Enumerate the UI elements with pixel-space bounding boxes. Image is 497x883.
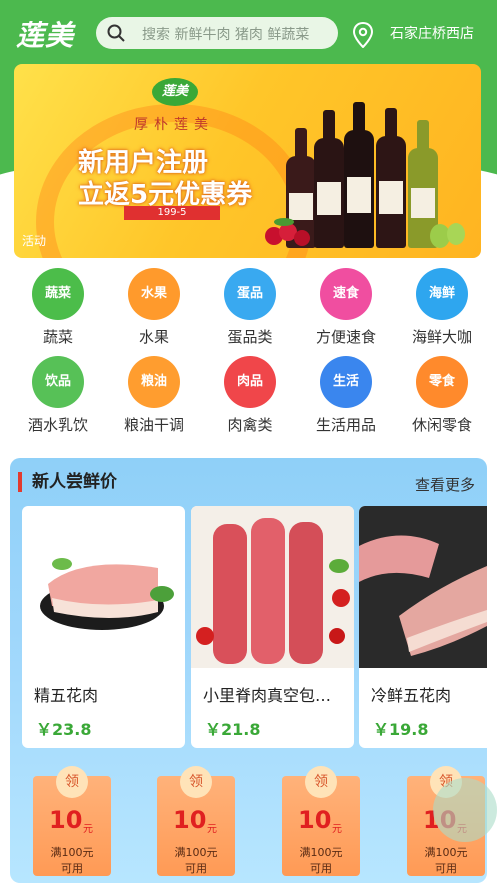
floating-action-button[interactable]: [433, 778, 497, 842]
category-icon: 肉品: [224, 356, 276, 408]
category-label: 水果: [138, 328, 169, 346]
category-item[interactable]: 蛋品 蛋品类: [202, 262, 298, 347]
coupon-condition: 满100元: [424, 846, 468, 859]
banner-slogan: 厚朴莲美: [134, 117, 214, 133]
wine-bottle-image: [376, 108, 406, 248]
category-icon: 零食: [416, 356, 468, 408]
new-user-section: 新人尝鲜价 查看更多 精五花肉 ￥23.8 小里脊肉真空包… ￥21.8 冷鲜五…: [10, 458, 487, 883]
search-input[interactable]: 搜索 新鲜牛肉 猪肉 鲜蔬菜: [96, 17, 338, 49]
coupon-claim-badge: 领: [305, 766, 337, 798]
location-pin-icon[interactable]: [352, 22, 374, 48]
category-icon: 速食: [320, 268, 372, 320]
category-item[interactable]: 水果 水果: [106, 262, 202, 347]
product-price: ￥23.8: [36, 720, 92, 739]
wine-bottle-image: [344, 102, 374, 248]
coupon-usage: 可用: [61, 862, 83, 875]
coupon-unit: 元: [332, 824, 342, 835]
banner-tag: 活动: [22, 234, 47, 248]
coupon-usage: 可用: [185, 862, 207, 875]
coupon-unit: 元: [207, 824, 217, 835]
category-item[interactable]: 海鲜 海鲜大咖: [394, 262, 490, 347]
banner-code: 199-5: [124, 206, 220, 220]
coupon-claim-badge: 领: [56, 766, 88, 798]
category-item[interactable]: 零食 休闲零食: [394, 350, 490, 435]
product-card[interactable]: 小里脊肉真空包… ￥21.8: [191, 506, 354, 748]
category-label: 肉禽类: [227, 416, 273, 434]
category-label: 休闲零食: [411, 416, 472, 434]
category-label: 粮油干调: [123, 416, 184, 434]
coupon-condition: 满100元: [299, 846, 343, 859]
category-label: 方便速食: [315, 328, 376, 346]
section-title: 新人尝鲜价: [18, 472, 117, 492]
pork-belly-slice-image: [359, 506, 487, 668]
category-item[interactable]: 肉品 肉禽类: [202, 350, 298, 435]
product-price: ￥19.8: [373, 720, 429, 739]
category-item[interactable]: 蔬菜 蔬菜: [10, 262, 106, 347]
category-icon: 饮品: [32, 356, 84, 408]
category-item[interactable]: 粮油 粮油干调: [106, 350, 202, 435]
coupon-claim-badge: 领: [180, 766, 212, 798]
category-icon: 蛋品: [224, 268, 276, 320]
category-grid: 蔬菜 蔬菜 水果 水果 蛋品 蛋品类 速食 方便速食 海鲜 海鲜大咖 饮品 酒水乳饮 粮油 粮油干调 肉品肉…: [0, 262, 497, 442]
pork-tenderloin-image: [191, 506, 354, 668]
search-placeholder: 搜索 新鲜牛肉 猪肉 鲜蔬菜: [142, 27, 310, 43]
coupon-amount: 10: [173, 806, 207, 834]
product-name: 冷鲜五花肉: [371, 686, 452, 705]
banner-logo-badge: 莲美: [152, 78, 198, 106]
coupon-usage: 可用: [310, 862, 332, 875]
coupon-amount: 10: [49, 806, 83, 834]
category-label: 生活用品: [315, 416, 376, 434]
category-label: 酒水乳饮: [27, 416, 88, 434]
coupon-card[interactable]: 领 10元满100元可用: [282, 766, 360, 876]
category-icon: 蔬菜: [32, 268, 84, 320]
coupon-condition: 满100元: [174, 846, 218, 859]
promo-banner[interactable]: 莲美 厚朴莲美 新用户注册 立返5元优惠券 199-5 活动: [14, 64, 481, 258]
category-label: 海鲜大咖: [411, 328, 472, 346]
category-item[interactable]: 速食 方便速食: [298, 262, 394, 347]
hops-decoration: [430, 223, 465, 248]
product-card[interactable]: 冷鲜五花肉 ￥19.8: [359, 506, 487, 748]
product-name: 小里脊肉真空包…: [203, 686, 332, 705]
category-icon: 海鲜: [416, 268, 468, 320]
product-price: ￥21.8: [205, 720, 261, 739]
coupon-usage: 可用: [435, 862, 457, 875]
category-icon: 水果: [128, 268, 180, 320]
coupon-card[interactable]: 领 10元满100元可用: [157, 766, 235, 876]
store-location[interactable]: 石家庄桥西店: [390, 23, 474, 43]
search-icon: [107, 24, 125, 42]
category-item[interactable]: 生活 生活用品: [298, 350, 394, 435]
view-more-link[interactable]: 查看更多: [415, 474, 475, 495]
coupon-card[interactable]: 领 10元满100元可用: [33, 766, 111, 876]
category-icon: 粮油: [128, 356, 180, 408]
pork-belly-image: [40, 558, 174, 630]
category-label: 蛋品类: [227, 328, 273, 346]
berries-decoration: [265, 218, 310, 246]
coupon-condition: 满100元: [50, 846, 94, 859]
category-label: 蔬菜: [42, 328, 73, 346]
product-name: 精五花肉: [34, 686, 99, 705]
category-item[interactable]: 饮品 酒水乳饮: [10, 350, 106, 435]
product-card[interactable]: 精五花肉 ￥23.8: [22, 506, 185, 748]
coupon-amount: 10: [298, 806, 332, 834]
coupon-unit: 元: [83, 824, 93, 835]
app-logo: 莲美: [16, 19, 75, 52]
category-icon: 生活: [320, 356, 372, 408]
